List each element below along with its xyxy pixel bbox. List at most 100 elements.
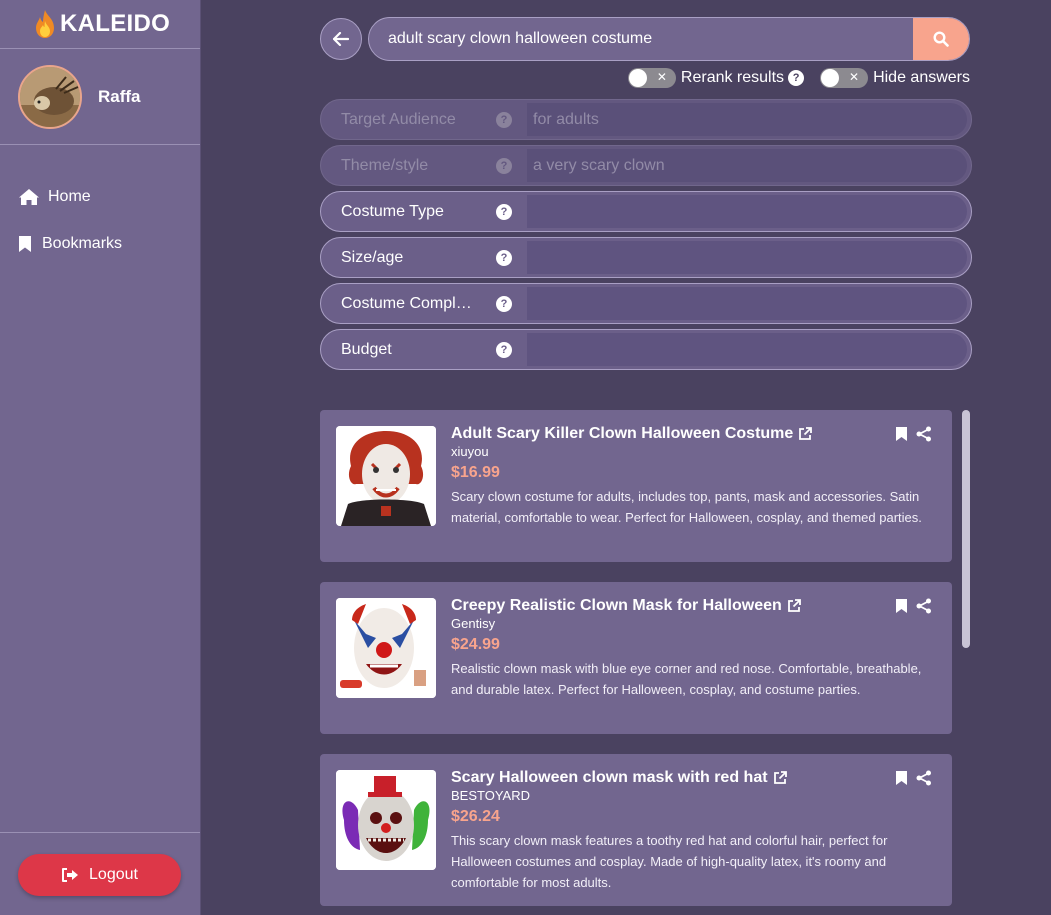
share-icon[interactable] (916, 770, 932, 786)
results-list: Adult Scary Killer Clown Halloween Costu… (320, 410, 952, 915)
result-description: Scary clown costume for adults, includes… (451, 489, 922, 525)
filter-label: Theme/style (341, 156, 429, 174)
filter-input[interactable] (527, 103, 967, 136)
bookmark-icon (18, 234, 34, 254)
hide-answers-label: Hide answers (873, 69, 970, 86)
result-options: ✕ Rerank results ? ✕ Hide answers (627, 68, 970, 88)
filter-costume-completeness: Costume Complet… ? (320, 283, 972, 324)
bookmark-icon[interactable] (895, 770, 908, 786)
filter-costume-type: Costume Type ? (320, 191, 972, 232)
rerank-toggle[interactable]: ✕ (627, 68, 676, 88)
filter-size-age: Size/age ? (320, 237, 972, 278)
logout-icon (62, 868, 79, 882)
bookmark-icon[interactable] (895, 426, 908, 442)
result-card[interactable]: Scary Halloween clown mask with red hat … (320, 754, 952, 906)
results-scrollbar[interactable] (962, 410, 970, 648)
filter-target-audience: Target Audience ? (320, 99, 972, 140)
result-title-text: Adult Scary Killer Clown Halloween Costu… (451, 425, 794, 442)
search-icon (933, 31, 949, 47)
result-actions (895, 770, 932, 786)
result-price: $16.99 (451, 464, 500, 481)
filter-input[interactable] (527, 149, 967, 182)
close-icon: ✕ (656, 70, 667, 84)
result-seller: BESTOYARD (451, 788, 530, 803)
result-description: Realistic clown mask with blue eye corne… (451, 661, 922, 697)
rerank-label: Rerank results (680, 69, 785, 86)
result-title[interactable]: Scary Halloween clown mask with red hat (451, 769, 931, 787)
help-icon[interactable]: ? (496, 295, 512, 312)
user-name: Raffa (98, 86, 141, 106)
toggle-knob (821, 69, 840, 87)
search-input[interactable] (369, 18, 913, 60)
external-link-icon[interactable] (797, 426, 813, 442)
brand-name: KALEIDO (60, 10, 171, 37)
help-icon[interactable]: ? (496, 157, 512, 174)
product-image[interactable] (336, 598, 436, 698)
home-icon (18, 187, 40, 207)
avatar-image (20, 66, 80, 127)
result-title[interactable]: Creepy Realistic Clown Mask for Hallowee… (451, 597, 931, 615)
result-price: $24.99 (451, 636, 500, 653)
result-info: Creepy Realistic Clown Mask for Hallowee… (451, 597, 931, 700)
filter-input[interactable] (527, 241, 967, 274)
brand[interactable]: KALEIDO (0, 0, 200, 49)
user-profile: Raffa (0, 49, 200, 145)
help-icon[interactable]: ? (496, 203, 512, 220)
filter-label: Size/age (341, 248, 404, 266)
result-info: Scary Halloween clown mask with red hat … (451, 769, 931, 893)
sidebar: KALEIDO Raffa Home Bookmarks (0, 0, 201, 915)
search-bar (368, 17, 970, 61)
sidebar-nav: Home Bookmarks (0, 145, 200, 267)
sidebar-divider (0, 832, 200, 833)
help-icon[interactable]: ? (496, 341, 512, 358)
hide-answers-toggle[interactable]: ✕ (820, 68, 869, 88)
help-icon[interactable]: ? (788, 70, 805, 86)
filter-label: Costume Type (341, 202, 444, 220)
result-actions (895, 598, 932, 614)
share-icon[interactable] (916, 598, 932, 614)
sidebar-item-home[interactable]: Home (0, 173, 200, 220)
product-image[interactable] (336, 426, 436, 526)
result-actions (895, 426, 932, 442)
result-card[interactable]: Adult Scary Killer Clown Halloween Costu… (320, 410, 952, 562)
result-info: Adult Scary Killer Clown Halloween Costu… (451, 425, 931, 528)
result-card[interactable]: Creepy Realistic Clown Mask for Hallowee… (320, 582, 952, 734)
toggle-knob (628, 69, 647, 87)
result-title-text: Scary Halloween clown mask with red hat (451, 769, 768, 786)
result-title[interactable]: Adult Scary Killer Clown Halloween Costu… (451, 425, 931, 443)
sidebar-item-label: Bookmarks (42, 234, 123, 252)
filter-input[interactable] (527, 195, 967, 228)
product-image[interactable] (336, 770, 436, 870)
logout-button[interactable]: Logout (18, 854, 181, 896)
filter-label: Budget (341, 340, 392, 358)
filter-input[interactable] (527, 333, 967, 366)
filter-label: Target Audience (341, 110, 456, 128)
sidebar-item-bookmarks[interactable]: Bookmarks (0, 220, 200, 267)
clown-mask-image (336, 598, 436, 698)
result-seller: xiuyou (451, 444, 489, 459)
external-link-icon[interactable] (772, 770, 788, 786)
search-button[interactable] (913, 18, 969, 60)
filter-input[interactable] (527, 287, 967, 320)
result-description: This scary clown mask features a toothy … (451, 833, 888, 890)
clown-hat-mask-image (336, 770, 436, 870)
close-icon: ✕ (849, 70, 860, 84)
arrow-left-icon (333, 32, 349, 46)
result-title-text: Creepy Realistic Clown Mask for Hallowee… (451, 597, 782, 614)
filter-label: Costume Complet… (341, 294, 476, 312)
result-price: $26.24 (451, 808, 500, 825)
sidebar-item-label: Home (48, 187, 91, 205)
logout-label: Logout (89, 866, 138, 883)
back-button[interactable] (320, 18, 362, 60)
avatar[interactable] (18, 64, 82, 129)
external-link-icon[interactable] (786, 598, 802, 614)
help-icon[interactable]: ? (496, 249, 512, 266)
filter-theme-style: Theme/style ? (320, 145, 972, 186)
bookmark-icon[interactable] (895, 598, 908, 614)
flame-logo-icon (36, 10, 54, 38)
filter-list: Target Audience ? Theme/style ? Costume … (320, 99, 972, 375)
share-icon[interactable] (916, 426, 932, 442)
help-icon[interactable]: ? (496, 111, 512, 128)
filter-budget: Budget ? (320, 329, 972, 370)
clown-costume-image (336, 426, 436, 526)
